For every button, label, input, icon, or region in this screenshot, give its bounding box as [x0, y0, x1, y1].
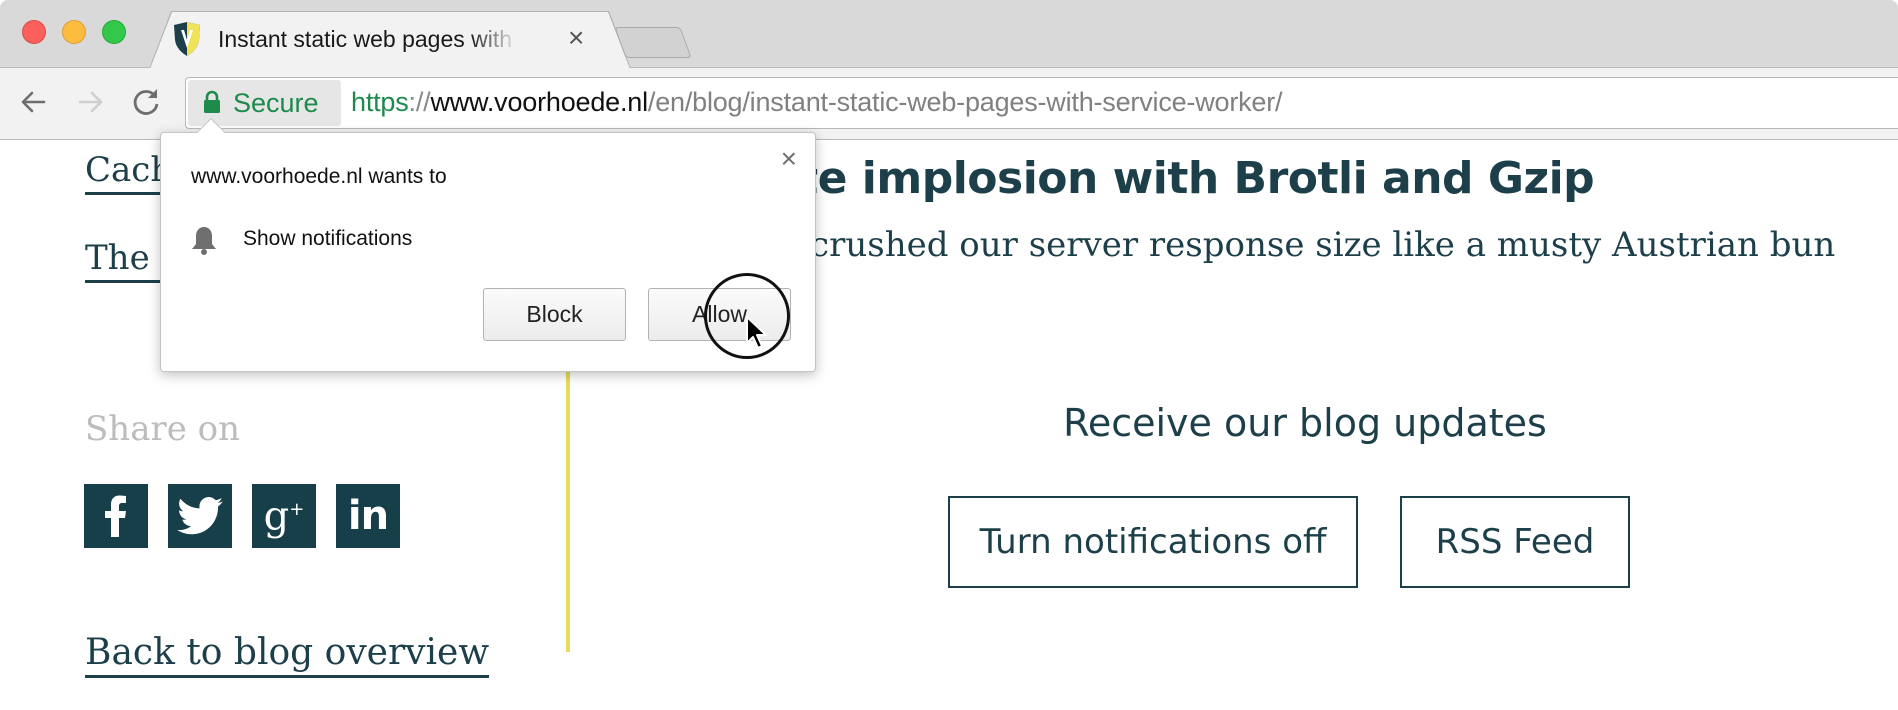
- bell-icon: [192, 227, 216, 255]
- turn-notifications-off-button[interactable]: Turn notifications off: [948, 496, 1358, 588]
- google-plus-icon: g+: [263, 493, 305, 540]
- minimize-window-button[interactable]: [62, 20, 86, 44]
- url-scheme: https: [351, 87, 409, 117]
- linkedin-icon: in: [347, 493, 389, 539]
- browser-toolbar: Secure https://www.voorhoede.nl/en/blog/…: [0, 68, 1898, 140]
- url-host: www.voorhoede.nl: [430, 87, 648, 117]
- twitter-share-button[interactable]: [168, 484, 232, 548]
- arrow-left-icon[interactable]: [16, 84, 52, 120]
- facebook-share-button[interactable]: [84, 484, 148, 548]
- maximize-window-button[interactable]: [102, 20, 126, 44]
- lock-icon: [204, 90, 220, 113]
- browser-tab-active[interactable]: Instant static web pages with Service Wo…: [150, 12, 630, 69]
- tab-title: Instant static web pages with Service Wo…: [218, 26, 518, 52]
- tab-close-icon[interactable]: ×: [568, 24, 584, 52]
- linkedin-share-button[interactable]: in: [336, 484, 400, 548]
- facebook-icon: [105, 495, 126, 537]
- voorhoede-shield-icon: [174, 22, 200, 56]
- address-bar[interactable]: Secure https://www.voorhoede.nl/en/blog/…: [185, 77, 1898, 129]
- permission-origin-text: www.voorhoede.nl wants to: [191, 165, 447, 188]
- share-label: Share on: [85, 409, 241, 449]
- rss-feed-button[interactable]: RSS Feed: [1400, 496, 1630, 588]
- next-article-subtitle: How we crushed our server response size …: [660, 225, 1836, 265]
- url-path: /en/blog/instant-static-web-pages-with-s…: [647, 87, 1283, 117]
- reload-icon[interactable]: [128, 84, 164, 120]
- browser-titlebar: Instant static web pages with Service Wo…: [0, 0, 1898, 69]
- block-button[interactable]: Block: [483, 288, 626, 341]
- permission-text: Show notifications: [243, 227, 413, 250]
- share-icons: g+ in: [84, 484, 400, 548]
- google-plus-share-button[interactable]: g+: [252, 484, 316, 548]
- back-to-blog-link[interactable]: Back to blog overview: [85, 632, 490, 678]
- url-separator: ://: [408, 87, 431, 117]
- subscribe-heading: Receive our blog updates: [1063, 401, 1547, 445]
- new-tab-button[interactable]: [614, 27, 692, 58]
- close-icon[interactable]: ×: [781, 145, 797, 173]
- arrow-right-icon[interactable]: [72, 84, 108, 120]
- close-window-button[interactable]: [22, 20, 46, 44]
- url-text[interactable]: https://www.voorhoede.nl/en/blog/instant…: [351, 87, 1283, 118]
- twitter-icon: [177, 497, 223, 535]
- secure-label: Secure: [233, 88, 319, 118]
- mouse-cursor-icon: [746, 316, 767, 349]
